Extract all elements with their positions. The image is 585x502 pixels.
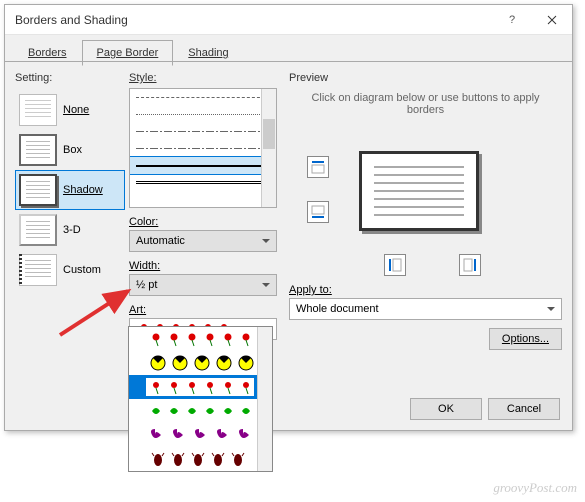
setting-custom[interactable]: Custom [15,250,125,290]
custom-icon [19,254,57,286]
setting-3d[interactable]: 3-D [15,210,125,250]
close-button[interactable] [532,5,572,35]
dialog-footer: OK Cancel [410,398,560,420]
art-dropdown-scrollbar[interactable] [257,327,272,471]
art-dropdown-list [128,326,273,472]
color-combo[interactable]: Automatic [129,230,277,252]
color-label: Color: [129,216,277,228]
setting-label: Setting: [15,72,125,84]
art-option-radiation[interactable] [129,351,272,375]
ok-button[interactable]: OK [410,398,482,420]
border-right-button[interactable] [459,254,481,276]
art-option-flowers-red[interactable] [129,327,272,351]
3d-icon [19,214,57,246]
dialog-title: Borders and Shading [15,13,492,27]
setting-box[interactable]: Box [15,130,125,170]
help-button[interactable]: ? [492,5,532,35]
preview-column: Preview Click on diagram below or use bu… [289,72,562,384]
preview-label: Preview [289,72,562,84]
setting-none[interactable]: None [15,90,125,130]
box-icon [19,134,57,166]
cancel-button[interactable]: Cancel [488,398,560,420]
setting-shadow[interactable]: Shadow [15,170,125,210]
art-label: Art: [129,304,277,316]
art-option-green-shapes[interactable] [129,399,272,423]
width-combo[interactable]: ½ pt [129,274,277,296]
options-button[interactable]: Options... [489,328,562,350]
titlebar: Borders and Shading ? [5,5,572,35]
style-label: Style: [129,72,277,84]
shadow-icon [19,174,57,206]
watermark: groovyPost.com [493,480,577,496]
preview-hint: Click on diagram below or use buttons to… [299,92,552,116]
preview-document[interactable] [359,151,479,231]
none-icon [19,94,57,126]
art-option-butterflies[interactable] [129,423,272,447]
style-scrollbar[interactable] [261,89,276,207]
close-icon [547,15,557,25]
tab-panel: Setting: None Box Shadow 3-D Custom Styl… [5,61,572,430]
apply-combo[interactable]: Whole document [289,298,562,320]
border-bottom-button[interactable] [307,201,329,223]
style-listbox[interactable] [129,88,277,208]
apply-label: Apply to: [289,284,562,296]
border-left-button[interactable] [384,254,406,276]
art-option-beetles[interactable] [129,447,272,471]
art-option-flowers-blue-band[interactable] [129,375,272,399]
borders-shading-dialog: Borders and Shading ? Borders Page Borde… [4,4,573,431]
border-top-button[interactable] [307,156,329,178]
setting-column: Setting: None Box Shadow 3-D Custom [15,72,125,384]
width-label: Width: [129,260,277,272]
preview-area [289,126,562,276]
